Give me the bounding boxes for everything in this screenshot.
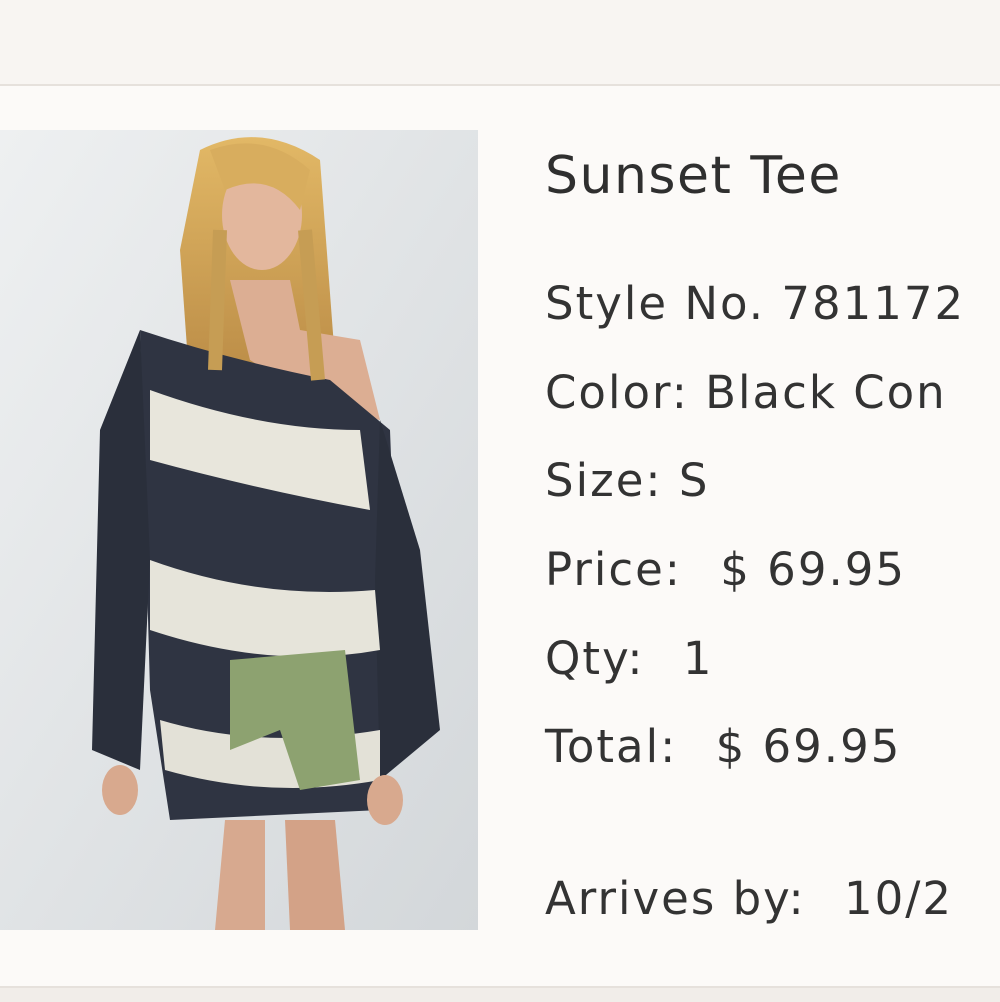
price-row: Price: $ 69.95 (545, 547, 906, 592)
color-row: Color: Black Con (545, 370, 947, 415)
color-label: Color: (545, 366, 689, 419)
quantity-row: Qty: 1 (545, 636, 714, 681)
arrival-row: Arrives by: 10/2 (545, 876, 953, 921)
arrival-label: Arrives by: (545, 872, 806, 925)
header-bar (0, 0, 1000, 86)
price-label: Price: (545, 543, 682, 596)
product-photo (0, 130, 478, 930)
style-number-value: 781172 (781, 277, 966, 330)
style-number-label: Style No. (545, 277, 766, 330)
total-label: Total: (545, 720, 678, 773)
arrival-date: 10/2 (843, 872, 954, 925)
quantity-label: Qty: (545, 632, 645, 685)
product-details: Sunset Tee Style No. 781172 Color: Black… (545, 86, 1000, 986)
total-value: $ 69.95 (715, 720, 902, 773)
product-title[interactable]: Sunset Tee (545, 150, 842, 202)
style-number-row: Style No. 781172 (545, 281, 965, 326)
order-item-card: Sunset Tee Style No. 781172 Color: Black… (0, 86, 1000, 986)
price-value: $ 69.95 (720, 543, 907, 596)
size-label: Size: (545, 454, 663, 507)
quantity-value: 1 (682, 632, 714, 685)
size-row: Size: S (545, 458, 709, 503)
size-value: S (678, 454, 710, 507)
color-value: Black Con (705, 366, 947, 419)
total-row: Total: $ 69.95 (545, 724, 901, 769)
product-image[interactable] (0, 130, 478, 930)
